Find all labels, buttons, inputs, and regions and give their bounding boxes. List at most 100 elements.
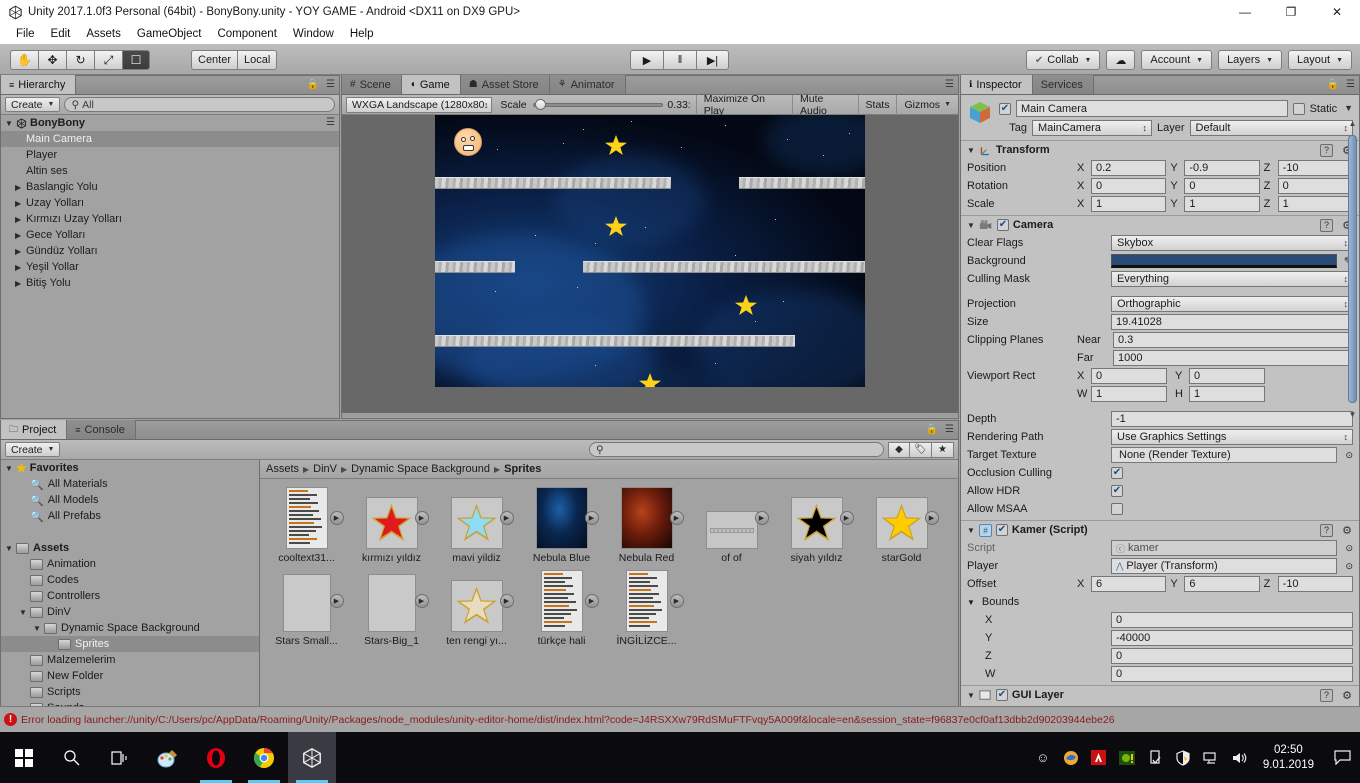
hierarchy-item-kırmızı-uzay-yolları[interactable]: ▶ Kırmızı Uzay Yolları	[1, 211, 339, 227]
chevron-down-icon[interactable]: ▼	[967, 146, 975, 155]
breadcrumb-item-assets[interactable]: Assets	[266, 463, 299, 475]
project-create-button[interactable]: Create ▼	[5, 442, 61, 457]
help-icon[interactable]: ?	[1320, 523, 1333, 537]
tab-hierarchy[interactable]: ≡ Hierarchy	[1, 75, 77, 94]
field-scale-y[interactable]: 1	[1184, 196, 1260, 212]
project-tree-item-dinv[interactable]: ▼ DinV	[1, 604, 259, 620]
maximize-button[interactable]: ❐	[1268, 0, 1314, 24]
project-tree-item-all-prefabs[interactable]: 🔍 All Prefabs	[1, 508, 259, 524]
checkbox-allow-msaa[interactable]	[1111, 503, 1123, 515]
asset-item[interactable]: ▶ İNGİLİZCE...	[610, 570, 684, 647]
chevron-down-icon[interactable]: ▼	[967, 526, 975, 535]
field-viewport-x[interactable]: 0	[1091, 368, 1167, 384]
field-clipping-near[interactable]: 0.3	[1113, 332, 1353, 348]
chevron-down-icon[interactable]: ▼	[967, 221, 975, 230]
asset-thumbnail[interactable]: ▶	[361, 487, 429, 549]
minimize-button[interactable]: —	[1222, 0, 1268, 24]
hierarchy-create-button[interactable]: Create ▼	[5, 97, 61, 112]
asset-thumbnail[interactable]: ▶	[786, 487, 854, 549]
asset-item[interactable]: ▶ mavi yildiz	[440, 487, 514, 564]
cloud-button[interactable]: ☁	[1106, 50, 1136, 70]
menu-window[interactable]: Window	[285, 24, 342, 44]
menu-help[interactable]: Help	[342, 24, 382, 44]
usb-icon[interactable]	[1141, 732, 1169, 783]
tab-console[interactable]: ≡ Console	[67, 420, 136, 439]
tab-asset-store[interactable]: ☗ Asset Store	[460, 75, 550, 94]
hierarchy-search-input[interactable]: ⚲ All	[64, 97, 335, 112]
step-button[interactable]: ▶|	[696, 50, 729, 70]
expand-sprite-icon[interactable]: ▶	[669, 594, 684, 608]
asset-thumbnail[interactable]: ▶	[276, 570, 344, 632]
start-button[interactable]	[0, 732, 48, 783]
asset-thumbnail[interactable]: ▶	[871, 487, 939, 549]
chevron-right-icon[interactable]: ▶	[15, 183, 26, 192]
field-scale-x[interactable]: 1	[1091, 196, 1167, 212]
project-tree-item-favorites[interactable]: ▼ ★ Favorites	[1, 460, 259, 476]
asset-thumbnail[interactable]: ▶	[531, 487, 599, 549]
filter-by-label-icon[interactable]: 🏷	[910, 441, 932, 458]
help-icon[interactable]: ?	[1320, 688, 1333, 702]
project-tree-item-sprites[interactable]: Sprites	[1, 636, 259, 652]
people-icon[interactable]: ☺	[1029, 732, 1057, 783]
close-button[interactable]: ✕	[1314, 0, 1360, 24]
menu-component[interactable]: Component	[209, 24, 284, 44]
tag-dropdown[interactable]: MainCamera	[1032, 120, 1152, 136]
asset-item[interactable]: ▶ ten rengi yı...	[440, 570, 514, 647]
chevron-down-icon[interactable]: ▼	[1344, 104, 1353, 113]
project-search-input[interactable]: ⚲	[589, 442, 884, 457]
rect-tool-button[interactable]: ☐	[122, 50, 150, 70]
dropdown-rendering-path[interactable]: Use Graphics Settings	[1111, 429, 1353, 445]
layout-button[interactable]: Layout ▼	[1288, 50, 1352, 70]
tab-inspector[interactable]: ℹ Inspector	[961, 75, 1033, 94]
chevron-down-icon[interactable]: ▼	[967, 598, 975, 607]
field-viewport-h[interactable]: 1	[1189, 386, 1265, 402]
chevron-right-icon[interactable]: ▶	[15, 199, 26, 208]
panel-options-icon[interactable]: ☰	[1346, 79, 1355, 90]
component-header-kamer-script[interactable]: ▼ # ✔ Kamer (Script)? ⚙	[961, 520, 1359, 539]
hierarchy-item-player[interactable]: Player	[1, 147, 339, 163]
gear-icon[interactable]: ⚙	[1342, 524, 1352, 537]
menu-file[interactable]: File	[8, 24, 43, 44]
field-offset-x[interactable]: 6	[1091, 576, 1167, 592]
expand-sprite-icon[interactable]: ▶	[669, 511, 684, 525]
asset-thumbnail[interactable]: ▶	[531, 570, 599, 632]
panel-options-icon[interactable]: ☰	[945, 424, 954, 435]
project-tree-item-all-materials[interactable]: 🔍 All Materials	[1, 476, 259, 492]
adobe-icon[interactable]	[1085, 732, 1113, 783]
checkbox-occlusion-culling[interactable]: ✔	[1111, 467, 1123, 479]
asset-item[interactable]: ▶ türkçe hali	[525, 570, 599, 647]
chevron-down-icon[interactable]: ▼	[33, 624, 44, 633]
project-tree-item-all-models[interactable]: 🔍 All Models	[1, 492, 259, 508]
field-bounds-w[interactable]: 0	[1111, 666, 1353, 682]
mute-audio-button[interactable]: Mute Audio	[792, 93, 858, 117]
chevron-down-icon[interactable]: ▼	[5, 119, 16, 128]
asset-item[interactable]: ▶ starGold	[865, 487, 939, 564]
object-picker-icon[interactable]: ⊙	[1345, 543, 1353, 554]
asset-thumbnail[interactable]: ▶	[616, 570, 684, 632]
component-enabled-checkbox[interactable]: ✔	[995, 689, 1008, 701]
project-tree-item-animation[interactable]: Animation	[1, 556, 259, 572]
objectfield-target texture[interactable]: None (Render Texture)	[1111, 447, 1338, 463]
field-position-x[interactable]: 0.2	[1091, 160, 1167, 176]
gizmos-button[interactable]: Gizmos ▼	[896, 94, 958, 115]
help-icon[interactable]: ?	[1320, 143, 1333, 157]
unity-button[interactable]	[288, 732, 336, 783]
expand-sprite-icon[interactable]: ▶	[414, 511, 429, 525]
chevron-right-icon[interactable]: ▶	[15, 231, 26, 240]
expand-sprite-icon[interactable]: ▶	[499, 594, 514, 608]
breadcrumb-item-dinv[interactable]: DinV	[313, 463, 337, 475]
expand-sprite-icon[interactable]: ▶	[329, 511, 344, 525]
project-tree-item-new-folder[interactable]: New Folder	[1, 668, 259, 684]
asset-thumbnail[interactable]: ▶	[446, 570, 514, 632]
asset-item[interactable]: ▶ Nebula Blue	[525, 487, 599, 564]
hierarchy-item-baslangic-yolu[interactable]: ▶ Baslangic Yolu	[1, 179, 339, 195]
collab-button[interactable]: ✔ Collab ▼	[1025, 50, 1101, 70]
asset-item[interactable]: ▶ Nebula Red	[610, 487, 684, 564]
hierarchy-item-bitiş-yolu[interactable]: ▶ Bitiş Yolu	[1, 275, 339, 291]
pause-button[interactable]: ‖	[663, 50, 696, 70]
favorite-icon[interactable]: ★	[932, 441, 954, 458]
filter-by-type-icon[interactable]: ◆	[888, 441, 910, 458]
object-name-input[interactable]: Main Camera	[1016, 100, 1288, 117]
nvidia-icon[interactable]	[1113, 732, 1141, 783]
panel-options-icon[interactable]: ☰	[945, 79, 954, 90]
